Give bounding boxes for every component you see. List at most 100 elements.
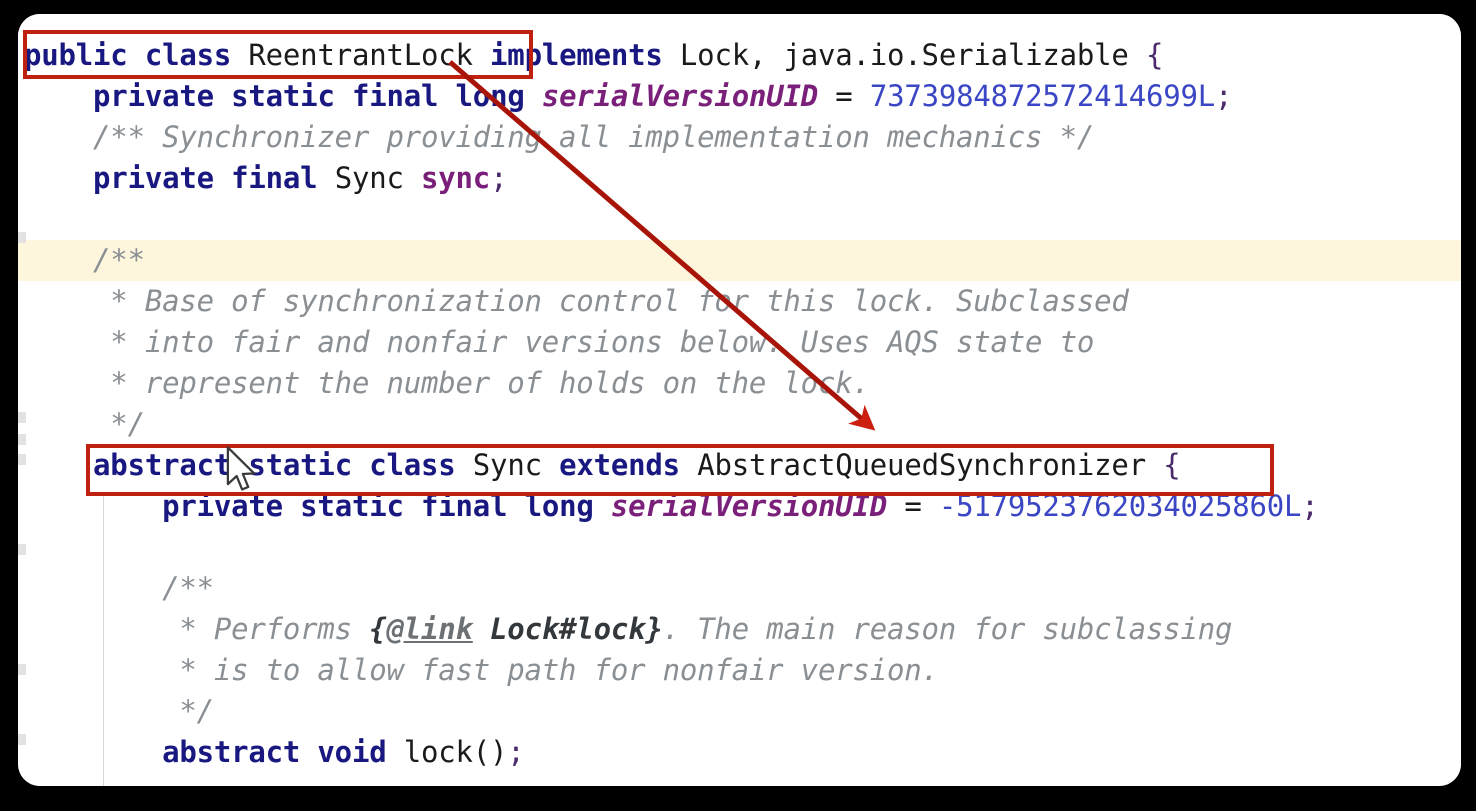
code-line[interactable]: */ [18,404,1461,445]
code-line[interactable]: /** [18,240,1461,281]
code-line[interactable]: * into fair and nonfair versions below. … [18,322,1461,363]
code-token-field: sync [421,161,491,195]
code-token-num: -5179523762034025860L [938,489,1302,523]
code-token-punct: ; [490,161,508,195]
code-lines-container[interactable]: public class ReentrantLock implements Lo… [18,14,1461,773]
code-token-cmt: /** [162,571,214,605]
code-token-kw: long [524,489,594,523]
code-token-cmt: * Base of synchronization control for th… [93,284,1129,318]
code-token-punct: ; [507,735,525,769]
code-token-cmt: /** [93,243,145,277]
code-line[interactable]: abstract void lock(); [18,732,1461,773]
code-line[interactable]: private static final long serialVersionU… [18,486,1461,527]
code-token-kw: long [455,79,525,113]
code-token-cmt: */ [93,407,145,441]
code-line[interactable]: * Base of synchronization control for th… [18,281,1461,322]
code-token-kw: implements [490,38,663,72]
code-token-plain: = [904,489,922,523]
code-token-cmt-ref: Lock#lock} [490,612,663,646]
code-line[interactable]: /** Synchronizer providing all implement… [18,117,1461,158]
code-token-punct: ; [1301,489,1319,523]
code-token-type: lock() [403,735,508,769]
code-line[interactable]: * is to allow fast path for nonfair vers… [18,650,1461,691]
code-token-cmt: . The main reason for subclassing [662,612,1233,646]
code-token-kw: final [421,489,508,523]
code-token-cmt: * into fair and nonfair versions below. … [93,325,1095,359]
code-line[interactable]: abstract static class Sync extends Abstr… [18,445,1461,486]
code-token-type: ReentrantLock [248,38,473,72]
code-token-kw: void [317,735,387,769]
code-token-kw: abstract [162,735,301,769]
code-token-kw: extends [559,448,680,482]
code-token-type: Sync [472,448,542,482]
code-token-kw: private [93,161,214,195]
code-token-kw: abstract [93,448,232,482]
code-token-type: Lock, java.io.Serializable [679,38,1129,72]
code-token-kw: static [300,489,404,523]
code-token-cmt-ref: { [369,612,387,646]
code-token-cmt: /** Synchronizer providing all implement… [93,120,1095,154]
code-line[interactable]: public class ReentrantLock implements Lo… [18,35,1461,76]
code-line[interactable]: /** [18,568,1461,609]
code-line[interactable]: private final Sync sync; [18,158,1461,199]
code-token-kw: private [93,79,214,113]
code-token-cmt: * Performs [162,612,370,646]
code-token-kw: static [231,79,335,113]
code-token-punct: { [1163,448,1181,482]
code-token-cmt [473,612,490,646]
code-line[interactable] [18,199,1461,240]
code-token-cmt: * is to allow fast path for nonfair vers… [162,653,939,687]
code-token-type: AbstractQueuedSynchronizer [697,448,1146,482]
code-token-num: 7373984872572414699L [869,79,1216,113]
code-surface[interactable]: public class ReentrantLock implements Lo… [18,14,1461,786]
code-line[interactable]: * Performs {@link Lock#lock}. The main r… [18,609,1461,650]
code-token-kw: final [351,79,439,113]
code-token-cmt-link: @link [386,612,473,646]
code-line[interactable]: */ [18,691,1461,732]
code-token-field-i: serialVersionUID [541,79,819,113]
code-line[interactable] [18,527,1461,568]
code-token-plain: = [835,79,853,113]
code-token-punct: ; [1215,79,1233,113]
code-token-kw: public [24,38,128,72]
code-line[interactable]: * represent the number of holds on the l… [18,363,1461,404]
code-token-punct: { [1145,38,1164,72]
code-token-kw: final [231,161,318,195]
code-line[interactable]: private static final long serialVersionU… [18,76,1461,117]
